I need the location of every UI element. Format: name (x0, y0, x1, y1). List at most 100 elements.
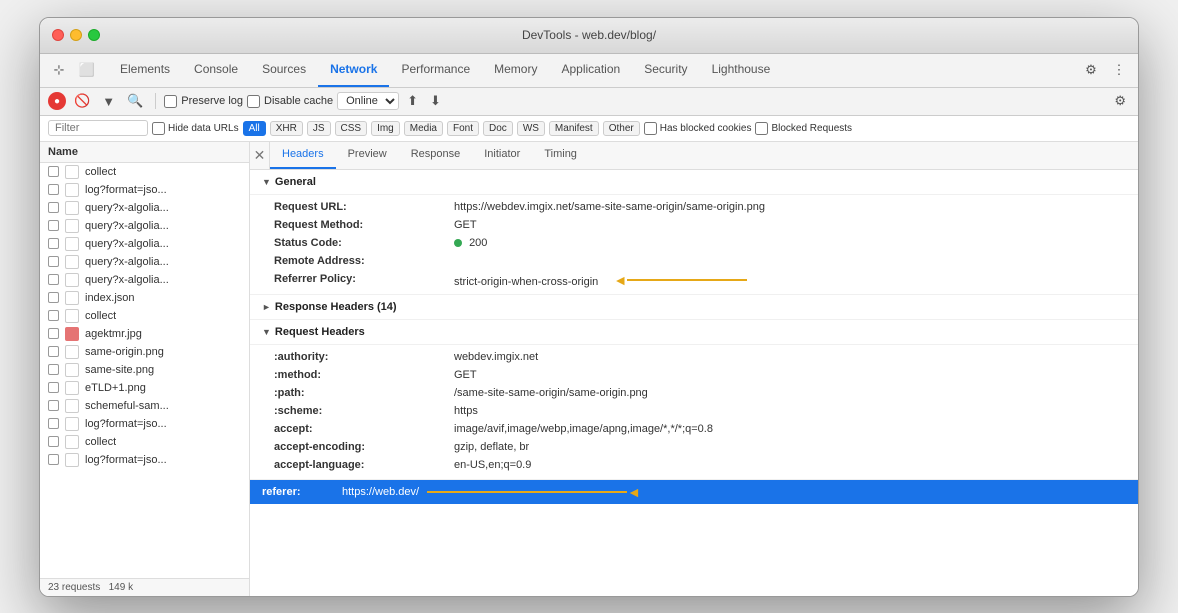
minimize-button[interactable] (70, 29, 82, 41)
referer-arrow-line (427, 491, 627, 493)
file-checkbox[interactable] (48, 310, 59, 321)
record-button[interactable]: ● (48, 92, 66, 110)
file-checkbox[interactable] (48, 184, 59, 195)
list-item[interactable]: log?format=jso... (40, 451, 249, 469)
filter-xhr[interactable]: XHR (270, 121, 303, 136)
referrer-policy-key: Referrer Policy: (274, 273, 454, 285)
filter-ws[interactable]: WS (517, 121, 545, 136)
list-item[interactable]: query?x-algolia... (40, 217, 249, 235)
tab-security[interactable]: Security (632, 53, 699, 87)
filter-font[interactable]: Font (447, 121, 479, 136)
tab-lighthouse[interactable]: Lighthouse (700, 53, 783, 87)
close-button[interactable] (52, 29, 64, 41)
list-item[interactable]: same-site.png (40, 361, 249, 379)
blocked-requests-toggle[interactable]: Blocked Requests (755, 122, 852, 135)
disable-cache-checkbox[interactable] (247, 95, 260, 108)
filter-button[interactable]: ▼ (98, 92, 119, 111)
list-item[interactable]: same-origin.png (40, 343, 249, 361)
filter-img[interactable]: Img (371, 121, 400, 136)
tab-application[interactable]: Application (549, 53, 632, 87)
tab-performance[interactable]: Performance (389, 53, 482, 87)
upload-icon[interactable]: ⬆ (403, 91, 422, 111)
initiator-tab[interactable]: Initiator (472, 142, 532, 170)
file-checkbox[interactable] (48, 382, 59, 393)
response-headers-chevron-icon: ► (262, 302, 271, 312)
file-checkbox[interactable] (48, 346, 59, 357)
list-item[interactable]: query?x-algolia... (40, 199, 249, 217)
timing-tab[interactable]: Timing (532, 142, 589, 170)
filter-other[interactable]: Other (603, 121, 640, 136)
close-panel-button[interactable]: ✕ (250, 142, 270, 170)
response-headers-section-header[interactable]: ► Response Headers (14) (250, 295, 1138, 320)
file-checkbox[interactable] (48, 220, 59, 231)
remote-address-key: Remote Address: (274, 255, 454, 267)
list-item[interactable]: query?x-algolia... (40, 253, 249, 271)
file-checkbox[interactable] (48, 400, 59, 411)
settings-icon-toolbar[interactable]: ⚙ (1110, 91, 1130, 111)
filter-manifest[interactable]: Manifest (549, 121, 599, 136)
request-headers-section-header[interactable]: ▼ Request Headers (250, 320, 1138, 345)
list-item[interactable]: log?format=jso... (40, 181, 249, 199)
toolbar-right: ⚙ (1110, 91, 1130, 111)
filter-all[interactable]: All (243, 121, 266, 136)
filter-doc[interactable]: Doc (483, 121, 513, 136)
more-icon[interactable]: ⋮ (1108, 59, 1130, 81)
tab-network[interactable]: Network (318, 53, 389, 87)
file-checkbox[interactable] (48, 238, 59, 249)
clear-button[interactable]: 🚫 (70, 91, 94, 111)
list-item[interactable]: log?format=jso... (40, 415, 249, 433)
list-item[interactable]: query?x-algolia... (40, 235, 249, 253)
scheme-key: :scheme: (274, 405, 454, 417)
file-checkbox[interactable] (48, 364, 59, 375)
settings-icon[interactable]: ⚙ (1080, 59, 1102, 81)
preserve-log-toggle[interactable]: Preserve log (164, 95, 243, 108)
tab-elements[interactable]: Elements (108, 53, 182, 87)
filter-js[interactable]: JS (307, 121, 331, 136)
file-checkbox[interactable] (48, 166, 59, 177)
headers-tab[interactable]: Headers (270, 142, 336, 170)
list-item[interactable]: agektmr.jpg (40, 325, 249, 343)
cursor-icon[interactable]: ⊹ (48, 59, 70, 81)
file-type-icon (65, 273, 79, 287)
arrow-left-head-icon: ◄ (613, 273, 627, 287)
filter-media[interactable]: Media (404, 121, 443, 136)
accept-row: accept: image/avif,image/webp,image/apng… (274, 421, 1138, 439)
authority-value: webdev.imgix.net (454, 351, 1126, 363)
list-item[interactable]: query?x-algolia... (40, 271, 249, 289)
hide-data-urls-toggle[interactable]: Hide data URLs (152, 122, 239, 135)
list-item[interactable]: schemeful-sam... (40, 397, 249, 415)
search-button[interactable]: 🔍 (123, 91, 147, 111)
scheme-row: :scheme: https (274, 403, 1138, 421)
panel-icon[interactable]: ⬜ (76, 59, 98, 81)
filter-input[interactable] (48, 120, 148, 136)
download-icon[interactable]: ⬇ (426, 91, 445, 111)
preview-tab[interactable]: Preview (336, 142, 399, 170)
list-item[interactable]: collect (40, 307, 249, 325)
list-item[interactable]: index.json (40, 289, 249, 307)
tab-sources[interactable]: Sources (250, 53, 318, 87)
throttling-select[interactable]: Online (337, 92, 399, 110)
filter-css[interactable]: CSS (335, 121, 368, 136)
tab-memory[interactable]: Memory (482, 53, 549, 87)
preserve-log-checkbox[interactable] (164, 95, 177, 108)
file-checkbox[interactable] (48, 202, 59, 213)
file-checkbox[interactable] (48, 292, 59, 303)
disable-cache-toggle[interactable]: Disable cache (247, 95, 333, 108)
scheme-value: https (454, 405, 1126, 417)
maximize-button[interactable] (88, 29, 100, 41)
file-checkbox[interactable] (48, 436, 59, 447)
has-blocked-cookies-toggle[interactable]: Has blocked cookies (644, 122, 752, 135)
file-checkbox[interactable] (48, 256, 59, 267)
list-item[interactable]: collect (40, 163, 249, 181)
file-checkbox[interactable] (48, 418, 59, 429)
file-checkbox[interactable] (48, 328, 59, 339)
response-tab[interactable]: Response (399, 142, 473, 170)
list-item[interactable]: collect (40, 433, 249, 451)
list-item[interactable]: eTLD+1.png (40, 379, 249, 397)
file-checkbox[interactable] (48, 454, 59, 465)
file-checkbox[interactable] (48, 274, 59, 285)
general-section-header[interactable]: ▼ General (250, 170, 1138, 195)
tab-console[interactable]: Console (182, 53, 250, 87)
status-code-key: Status Code: (274, 237, 454, 249)
status-code-row: Status Code: 200 (274, 235, 1138, 253)
